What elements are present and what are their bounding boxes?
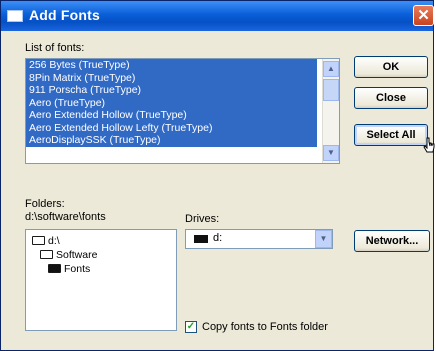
drives-label: Drives: (185, 213, 220, 225)
ok-button[interactable]: OK (354, 56, 428, 78)
select-all-button[interactable]: Select All (354, 124, 428, 146)
folder-open-icon (40, 250, 53, 259)
fonts-scrollbar[interactable]: ▲ ▼ (322, 59, 339, 163)
font-list-item[interactable]: Aero Extended Hollow Lefty (TrueType) (26, 121, 317, 134)
close-icon[interactable]: ✕ (413, 5, 434, 26)
tree-item-label: d:\ (48, 235, 60, 247)
tree-item-root[interactable]: d:\ (32, 234, 60, 248)
folders-tree[interactable]: d:\ Software Fonts (25, 229, 177, 331)
font-list-item[interactable]: 256 Bytes (TrueType) (26, 59, 317, 72)
font-list-item[interactable]: Aero Extended Hollow (TrueType) (26, 109, 317, 122)
folder-icon (48, 264, 61, 273)
drive-icon (194, 235, 208, 243)
drives-dropdown[interactable]: d: ▼ (185, 229, 333, 249)
tree-item-label: Software (56, 249, 98, 261)
tree-item-fonts[interactable]: Fonts (48, 262, 90, 276)
folder-path: d:\software\fonts (25, 211, 106, 223)
dialog-title: Add Fonts (29, 7, 101, 23)
drive-selected: d: (213, 232, 223, 244)
fonts-listbox[interactable]: 256 Bytes (TrueType) 8Pin Matrix (TrueTy… (25, 58, 340, 164)
close-button[interactable]: Close (354, 87, 428, 109)
cursor-icon (423, 137, 435, 153)
tree-item-label: Fonts (64, 263, 91, 275)
font-list-item[interactable]: 8Pin Matrix (TrueType) (26, 71, 317, 84)
folders-label: Folders: (25, 198, 65, 210)
font-list-item[interactable]: 911 Porscha (TrueType) (26, 84, 317, 97)
network-button[interactable]: Network... (354, 230, 430, 252)
title-bar[interactable]: Add Fonts ✕ (1, 1, 434, 31)
list-of-fonts-label: List of fonts: (25, 42, 85, 54)
check-icon: ✓ (186, 321, 196, 332)
tree-item-software[interactable]: Software (40, 248, 97, 262)
font-list-item[interactable]: AeroDisplaySSK (TrueType) (26, 134, 317, 147)
copy-fonts-checkbox[interactable]: ✓ (185, 321, 197, 333)
folder-open-icon (32, 236, 45, 245)
font-list-item[interactable]: Aero (TrueType) (26, 96, 317, 109)
scroll-down-icon[interactable]: ▼ (323, 145, 339, 161)
scrollbar-thumb[interactable] (323, 79, 339, 101)
window-icon (7, 10, 23, 22)
add-fonts-dialog: Add Fonts ✕ List of fonts: 256 Bytes (Tr… (0, 0, 435, 351)
copy-fonts-label[interactable]: Copy fonts to Fonts folder (202, 321, 328, 333)
scroll-up-icon[interactable]: ▲ (323, 61, 339, 77)
chevron-down-icon[interactable]: ▼ (315, 230, 332, 248)
